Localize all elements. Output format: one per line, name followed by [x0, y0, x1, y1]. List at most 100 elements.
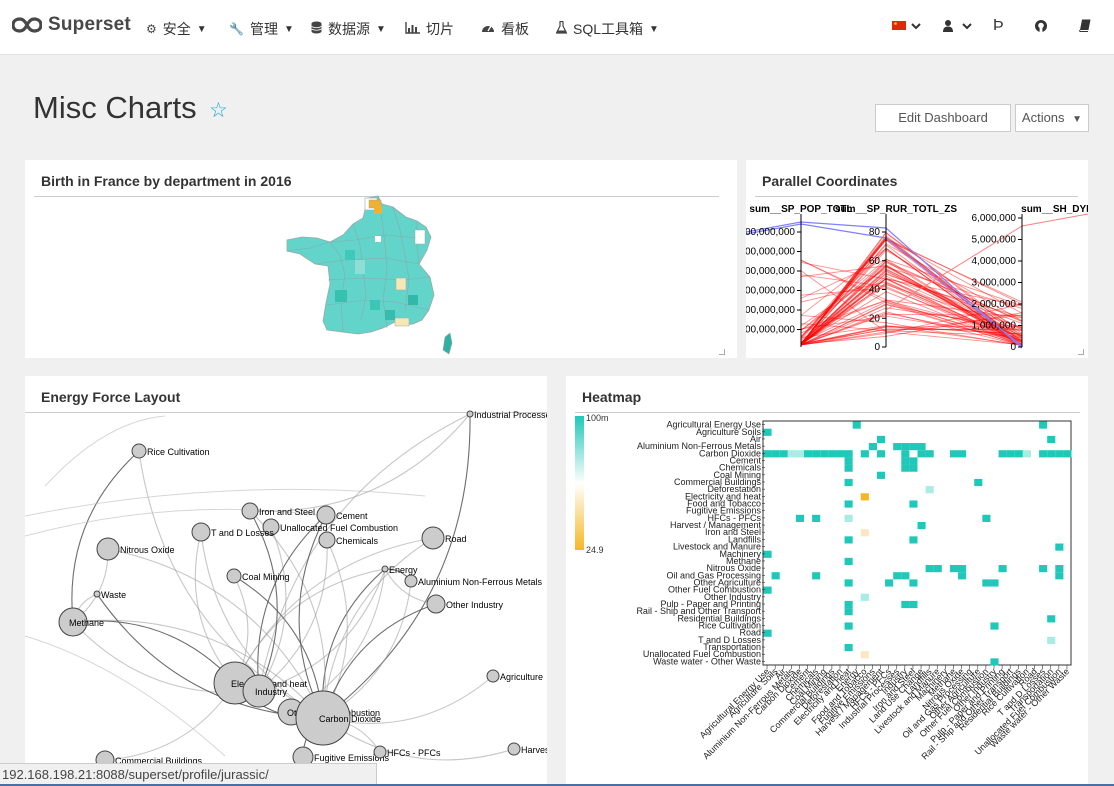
pc-tick-label: 1,000,000 — [972, 321, 1017, 332]
force-link — [290, 568, 386, 713]
heatmap-cell — [844, 500, 853, 508]
heatmap-cell — [925, 450, 934, 458]
force-node[interactable] — [507, 742, 521, 756]
star-favorite-icon[interactable]: ☆ — [209, 98, 228, 123]
heatmap-cell — [860, 493, 869, 501]
heatmap-cell — [844, 464, 853, 472]
force-node[interactable] — [318, 531, 336, 549]
heatmap-cell — [844, 457, 853, 465]
heatmap-cell — [860, 651, 869, 659]
force-node[interactable] — [381, 565, 389, 573]
heatmap-cell — [804, 450, 813, 458]
actions-label: Actions — [1021, 110, 1065, 125]
heatmap-cell — [844, 536, 853, 544]
user-icon — [943, 20, 972, 32]
heatmap-cell — [1063, 450, 1072, 458]
database-icon — [311, 21, 322, 37]
pc-tick-label: 3,000,000 — [972, 278, 1017, 289]
pc-axis-title: sum__SP_RUR_TOTL_ZS — [835, 204, 957, 215]
heatmap-cell — [771, 450, 780, 458]
heatmap-cell — [1039, 450, 1048, 458]
pc-tick-label: 20 — [869, 313, 881, 324]
user-menu[interactable] — [943, 19, 975, 36]
force-node[interactable] — [486, 669, 500, 683]
nav-sqllab-menu[interactable]: SQL工具箱 ▼ — [555, 19, 659, 39]
book-icon[interactable] — [1079, 19, 1091, 35]
beta-icon[interactable]: Ϸ — [993, 17, 1004, 35]
force-layout-chart[interactable]: Industrial Processes Rice Cultivation Iron… — [25, 376, 547, 786]
heatmap-cell — [876, 450, 886, 458]
pc-tick-label: 0 — [1010, 342, 1016, 353]
edit-dashboard-button[interactable]: Edit Dashboard — [875, 104, 1011, 132]
force-node[interactable] — [426, 594, 446, 614]
actions-dropdown[interactable]: Actions ▼ — [1015, 104, 1089, 132]
force-node[interactable] — [93, 590, 101, 598]
pc-tick-label: 60 — [869, 256, 881, 267]
heatmap-cell — [860, 593, 869, 601]
heatmap-cell — [844, 608, 853, 616]
force-node[interactable] — [316, 505, 336, 525]
resize-handle[interactable] — [719, 349, 725, 355]
nav-dashboards-link[interactable]: 看板 — [481, 19, 529, 39]
force-node[interactable] — [241, 502, 259, 520]
heatmap-cell — [763, 629, 772, 637]
france-map — [286, 195, 453, 355]
heatmap-cell — [1022, 450, 1031, 458]
heatmap-cell — [933, 565, 942, 573]
heatmap-cell — [909, 600, 918, 609]
force-node-label: Carbon Dioxide — [319, 714, 381, 724]
force-node-label: Aluminium Non-Ferrous Metals — [418, 577, 543, 587]
language-menu[interactable] — [892, 19, 924, 36]
force-node[interactable] — [131, 443, 147, 459]
heatmap-cell — [974, 478, 983, 487]
heatmap-cell — [998, 565, 1007, 573]
heatmap-cell — [812, 450, 821, 458]
force-node-label: HFCs - PFCs — [387, 748, 441, 758]
github-icon[interactable] — [1034, 19, 1048, 36]
brand-logo[interactable]: Superset — [12, 14, 131, 36]
force-node[interactable] — [421, 526, 445, 550]
pc-tick-label: 00,000,000 — [746, 286, 795, 297]
nav-sqllab-label: SQL工具箱 — [573, 21, 644, 37]
heatmap-cell — [909, 464, 918, 472]
force-node[interactable] — [191, 522, 211, 542]
force-node[interactable] — [404, 574, 418, 588]
heatmap-cell — [909, 457, 918, 465]
heatmap-y-label: Waste water - Other Waste — [653, 656, 761, 666]
heatmap-cell — [990, 579, 999, 587]
heatmap-cell — [901, 464, 910, 472]
nav-manage-menu[interactable]: 🔧 管理 ▼ — [229, 19, 294, 39]
chevron-down-icon: ▼ — [1072, 114, 1083, 125]
heatmap-cell — [901, 450, 910, 458]
heatmap-cell — [958, 572, 967, 580]
heatmap-cell — [763, 450, 772, 458]
heatmap-cell — [844, 514, 853, 522]
force-link — [25, 635, 226, 757]
force-node[interactable] — [466, 410, 474, 418]
dashboard-icon — [481, 22, 495, 36]
heatmap-cell — [917, 443, 926, 451]
heatmap-cell — [990, 622, 999, 630]
force-node[interactable] — [373, 745, 387, 759]
heatmap-cell — [958, 565, 967, 573]
heatmap-cell — [787, 450, 796, 458]
heatmap-cell — [958, 450, 967, 458]
force-node[interactable] — [96, 537, 120, 561]
panel-heatmap: Heatmap 100m 24.9 Agricultural Energy Us… — [566, 376, 1088, 786]
pc-lines-group — [746, 213, 1088, 349]
heatmap-cell — [909, 579, 918, 587]
heatmap-cell — [1047, 615, 1056, 623]
resize-handle[interactable] — [1078, 349, 1084, 355]
heatmap-cell — [909, 536, 918, 544]
force-node-label: Industrial Processes — [474, 410, 547, 420]
force-node-label: Chemicals — [336, 536, 379, 546]
heatmap-cell — [982, 514, 991, 522]
nav-security-menu[interactable]: ⚙ 安全 ▼ — [146, 19, 207, 39]
nav-datasources-menu[interactable]: 数据源 ▼ — [311, 19, 386, 39]
pc-tick-label: 40 — [869, 285, 881, 296]
heatmap-cell — [1047, 450, 1056, 458]
force-node[interactable] — [226, 568, 242, 584]
force-node-label: Energy — [389, 565, 418, 575]
nav-slices-link[interactable]: 切片 — [405, 19, 454, 39]
nav-dashboards-label: 看板 — [501, 21, 529, 37]
